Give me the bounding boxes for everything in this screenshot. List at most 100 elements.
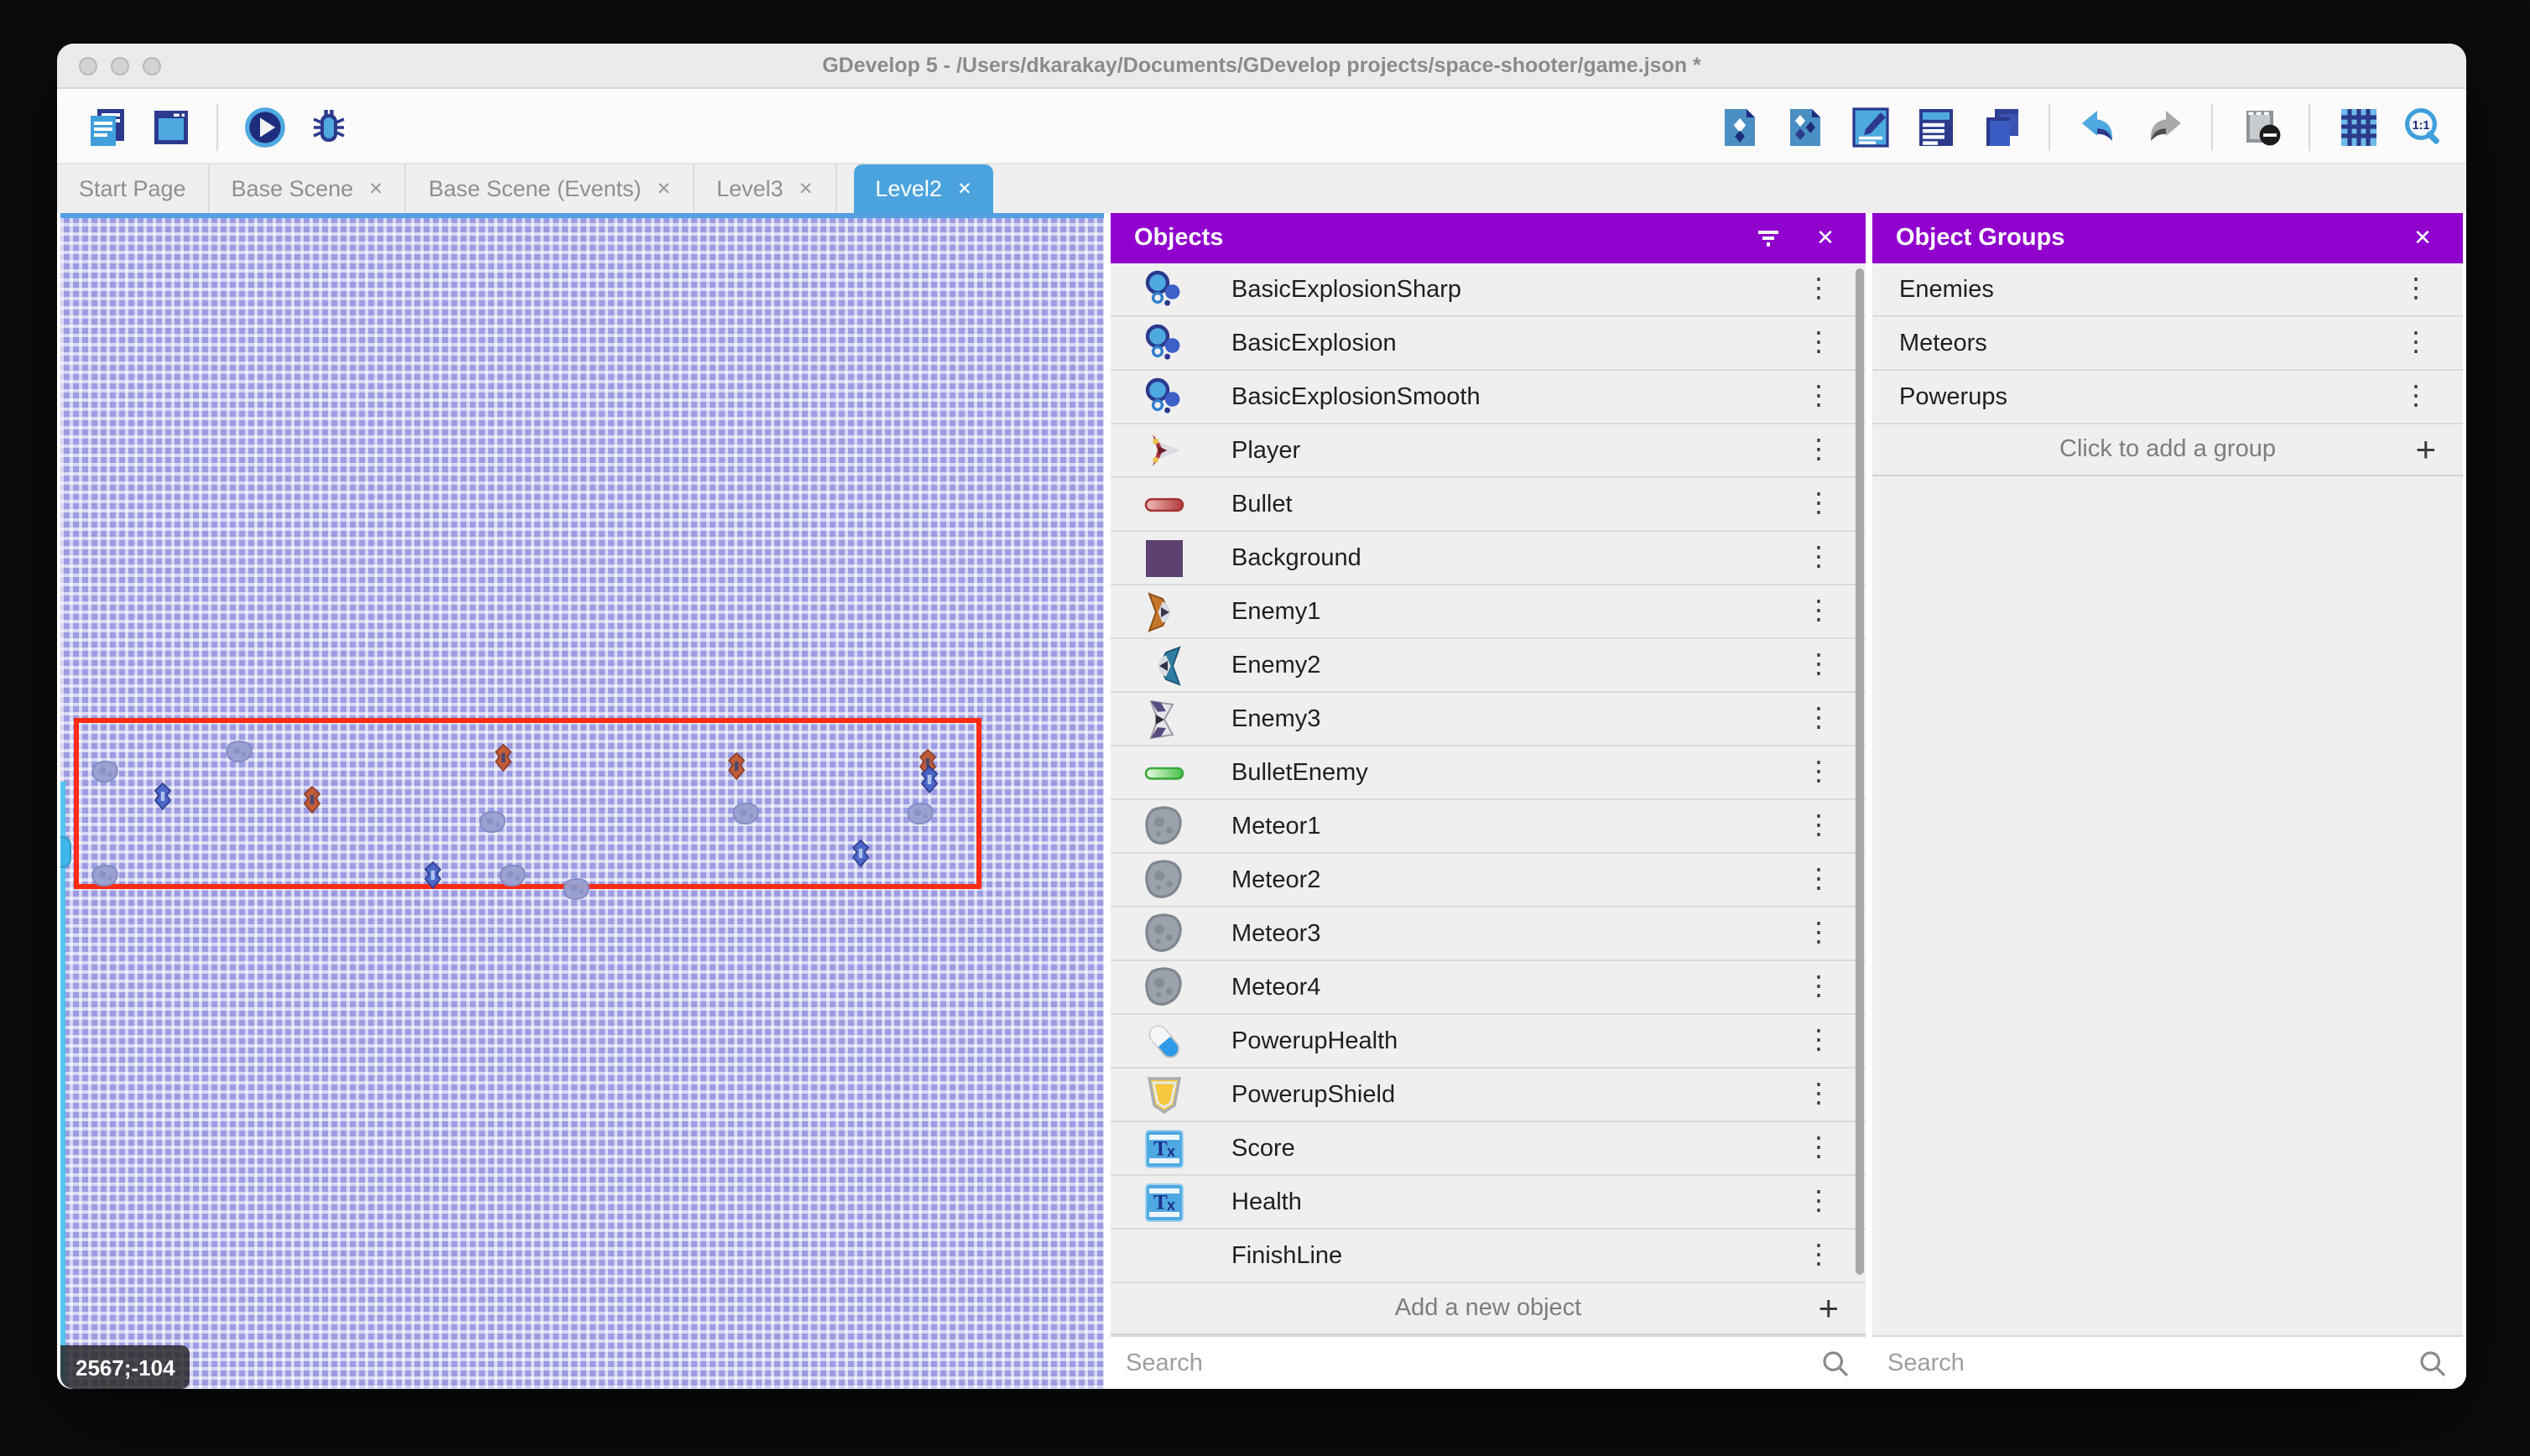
project-manager-button[interactable] [84,104,129,149]
object-menu-icon[interactable]: ⋮ [1772,1242,1866,1269]
object-menu-icon[interactable]: ⋮ [1772,437,1866,464]
close-object-groups-panel-icon[interactable]: ✕ [2406,221,2439,255]
group-menu-icon[interactable]: ⋮ [2369,276,2463,303]
instance-enemy-blue[interactable] [152,783,174,811]
object-menu-icon[interactable]: ⋮ [1772,920,1866,947]
object-menu-icon[interactable]: ⋮ [1772,330,1866,356]
tab-base-scene-events-[interactable]: Base Scene (Events) ✕ [407,164,695,213]
object-menu-icon[interactable]: ⋮ [1772,1135,1866,1162]
object-list-item[interactable]: Tx Score ⋮ [1111,1122,1866,1176]
object-list-item[interactable]: BasicExplosionSharp ⋮ [1111,263,1866,317]
grid-button[interactable] [2335,104,2381,149]
objects-list-scrollbar[interactable] [1856,268,1864,1275]
object-list-item[interactable]: BasicExplosionSmooth ⋮ [1111,371,1866,424]
tab-close-icon[interactable]: ✕ [957,179,972,199]
object-menu-icon[interactable]: ⋮ [1772,1027,1866,1054]
object-group-item[interactable]: Meteors ⋮ [1872,317,2463,371]
object-list-item[interactable]: Enemy1 ⋮ [1111,585,1866,639]
object-group-item[interactable]: Powerups ⋮ [1872,371,2463,424]
object-menu-icon[interactable]: ⋮ [1772,652,1866,679]
object-menu-icon[interactable]: ⋮ [1772,759,1866,786]
objects-search-input[interactable] [1111,1337,1866,1389]
instance-meteor[interactable] [91,760,120,783]
object-list-item[interactable]: Meteor2 ⋮ [1111,854,1866,907]
tab-start-page[interactable]: Start Page [57,164,210,213]
panel-properties-button[interactable] [1847,104,1892,149]
object-list-item[interactable]: Meteor3 ⋮ [1111,907,1866,961]
object-menu-icon[interactable]: ⋮ [1772,705,1866,732]
debug-button[interactable] [305,104,351,149]
object-list-item[interactable]: Bullet ⋮ [1111,478,1866,532]
object-list-item[interactable]: Meteor4 ⋮ [1111,961,1866,1015]
instance-enemy-blue[interactable] [850,840,872,868]
preview-window-button[interactable] [148,104,193,149]
object-list-item[interactable]: BasicExplosion ⋮ [1111,317,1866,371]
panel-layers-button[interactable] [1978,104,2023,149]
object-list-item[interactable]: BulletEnemy ⋮ [1111,746,1866,800]
object-name: BasicExplosion [1231,330,1397,356]
object-list-item[interactable]: PowerupHealth ⋮ [1111,1015,1866,1069]
tab-level2[interactable]: Level2 ✕ [853,164,993,213]
object-menu-icon[interactable]: ⋮ [1772,383,1866,410]
add-object-button[interactable]: Add a new object + [1111,1283,1866,1335]
instance-enemy-blue[interactable] [919,766,940,794]
groups-search-input[interactable] [1872,1337,2463,1389]
titlebar[interactable]: GDevelop 5 - /Users/dkarakay/Documents/G… [57,44,2466,89]
instance-meteor[interactable] [499,864,528,887]
object-list-item[interactable]: Player ⋮ [1111,424,1866,478]
instance-enemy-orange[interactable] [726,752,747,781]
instance-player-pill[interactable] [60,836,71,868]
object-menu-icon[interactable]: ⋮ [1772,1188,1866,1215]
object-list-item[interactable]: Tx Health ⋮ [1111,1176,1866,1230]
object-list-item[interactable]: Enemy3 ⋮ [1111,693,1866,746]
filter-icon[interactable] [1752,221,1785,255]
undo-button[interactable] [2075,104,2121,149]
object-menu-icon[interactable]: ⋮ [1772,974,1866,1001]
object-list-item[interactable]: FinishLine ⋮ [1111,1230,1866,1283]
object-list-item[interactable]: Enemy2 ⋮ [1111,639,1866,693]
tab-close-icon[interactable]: ✕ [368,179,383,199]
add-group-button[interactable]: Click to add a group + [1872,424,2463,476]
play-button[interactable] [242,104,287,149]
panel-instances-button[interactable] [1913,104,1958,149]
object-list-item[interactable]: Background ⋮ [1111,532,1866,585]
object-group-item[interactable]: Enemies ⋮ [1872,263,2463,317]
objects-panel-title: Objects [1134,225,1752,252]
zoom-1-1-button[interactable]: 1:1 [2401,104,2446,149]
close-objects-panel-icon[interactable]: ✕ [1809,221,1842,255]
mask-button[interactable] [2238,104,2283,149]
object-groups-panel: Object Groups ✕ Enemies ⋮ Meteors ⋮ Powe… [1872,213,2463,1389]
redo-button[interactable] [2141,104,2186,149]
object-menu-icon[interactable]: ⋮ [1772,598,1866,625]
panel-objects-button[interactable] [1716,104,1762,149]
instance-enemy-blue[interactable] [422,861,444,890]
instance-meteor[interactable] [563,877,591,901]
object-list-item[interactable]: PowerupShield ⋮ [1111,1069,1866,1122]
tab-close-icon[interactable]: ✕ [657,179,672,199]
instance-enemy-orange[interactable] [492,744,514,772]
tab-level3[interactable]: Level3 ✕ [695,164,836,213]
object-menu-icon[interactable]: ⋮ [1772,866,1866,893]
object-menu-icon[interactable]: ⋮ [1772,544,1866,571]
object-menu-icon[interactable]: ⋮ [1772,491,1866,517]
group-menu-icon[interactable]: ⋮ [2369,330,2463,356]
instance-meteor[interactable] [226,740,254,763]
object-menu-icon[interactable]: ⋮ [1772,813,1866,840]
instance-meteor[interactable] [907,802,935,825]
instance-enemy-orange[interactable] [301,786,323,814]
scene-canvas[interactable]: 2567;-104 [60,213,1104,1389]
panel-groups-button[interactable] [1782,104,1827,149]
instance-meteor[interactable] [479,810,508,834]
group-menu-icon[interactable]: ⋮ [2369,383,2463,410]
objects-panel-header: Objects ✕ [1111,213,1866,263]
tab-close-icon[interactable]: ✕ [799,179,814,199]
instance-meteor[interactable] [91,864,120,887]
instance-meteor[interactable] [732,802,761,825]
panel-divider[interactable] [1104,213,1111,1389]
object-menu-icon[interactable]: ⋮ [1772,1081,1866,1108]
tab-base-scene[interactable]: Base Scene ✕ [210,164,407,213]
finish-line-instance[interactable] [60,782,65,1389]
object-list-item[interactable]: Meteor1 ⋮ [1111,800,1866,854]
object-menu-icon[interactable]: ⋮ [1772,276,1866,303]
panel-divider[interactable] [1866,213,1872,1389]
